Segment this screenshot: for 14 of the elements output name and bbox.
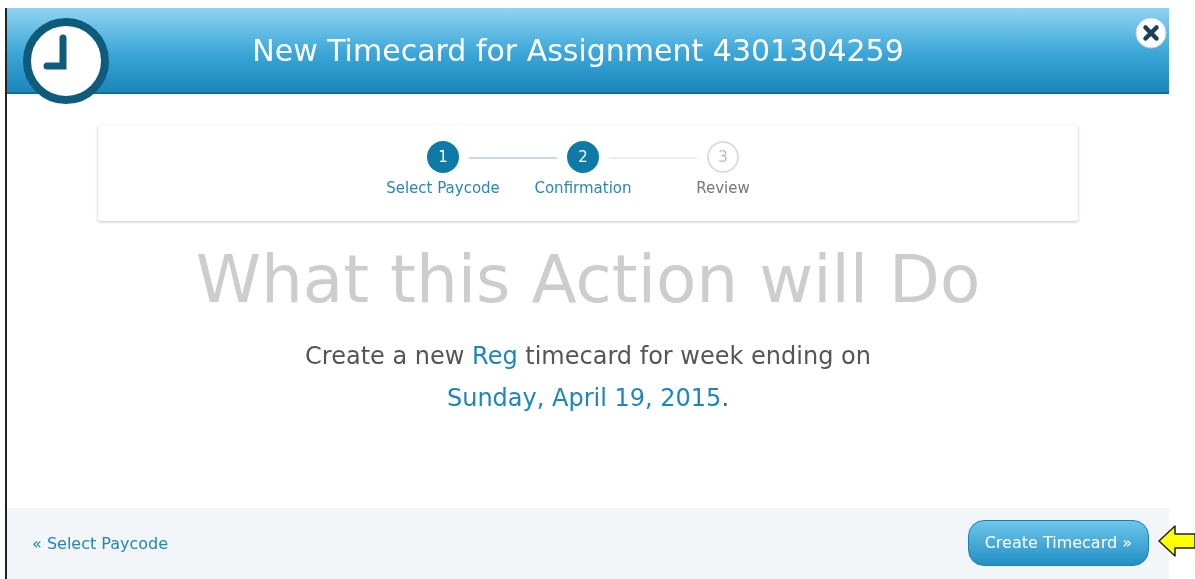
dialog-title: New Timecard for Assignment 4301304259 <box>252 32 904 68</box>
back-link[interactable]: « Select Paycode <box>32 534 169 553</box>
step-number: 1 <box>427 141 459 173</box>
step-label: Select Paycode <box>386 179 500 197</box>
step-number: 3 <box>707 141 739 173</box>
clock-icon <box>21 16 111 106</box>
message-text: Sunday, April 19, 2015. <box>446 383 729 414</box>
close-icon[interactable] <box>1135 17 1167 49</box>
step-label: Confirmation <box>534 179 632 197</box>
message-text: Create a new Reg timecard for week ending on <box>305 341 871 372</box>
create-timecard-button[interactable]: Create Timecard » <box>967 519 1149 566</box>
step-number: 2 <box>567 141 599 173</box>
arrow-icon <box>1157 524 1195 558</box>
step-label: Review <box>696 179 750 197</box>
